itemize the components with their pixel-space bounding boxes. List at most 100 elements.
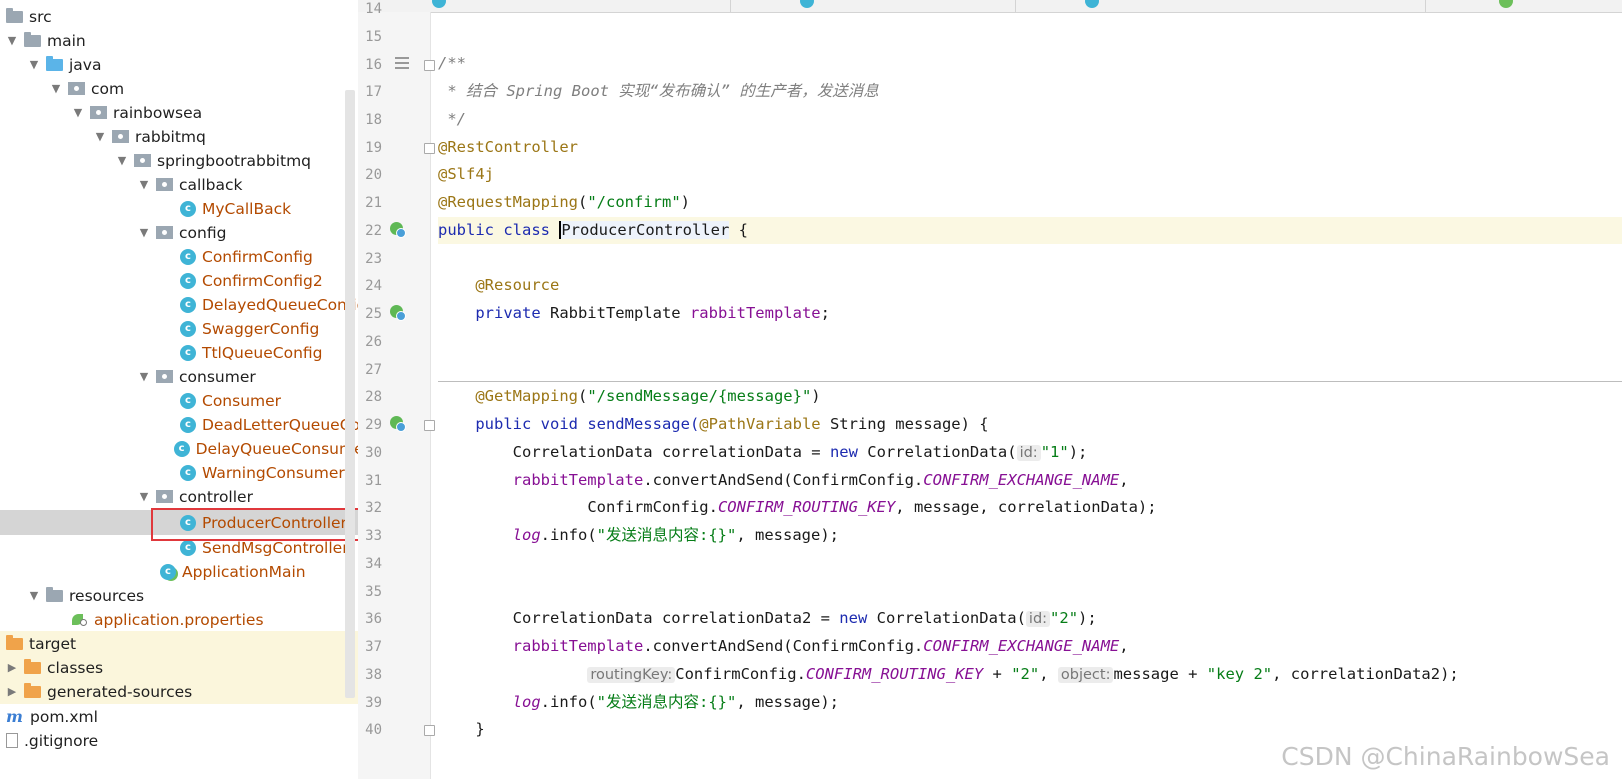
tree-item-callback[interactable]: ▼ callback xyxy=(0,172,370,197)
tree-item-consumer[interactable]: ▼ consumer xyxy=(0,364,370,389)
package-icon xyxy=(112,130,129,143)
chevron-down-icon[interactable]: ▼ xyxy=(138,178,150,191)
package-icon xyxy=(156,490,173,503)
properties-file-icon xyxy=(1499,0,1513,8)
parameter-hint: id: xyxy=(1025,611,1051,627)
editor-tab[interactable] xyxy=(418,0,731,12)
tree-item-config[interactable]: ▼ config xyxy=(0,220,370,245)
class-icon: c xyxy=(180,272,196,289)
line-number: 36 xyxy=(365,611,382,627)
tree-item-springbootrabbitmq[interactable]: ▼ springbootrabbitmq xyxy=(0,148,370,173)
code-line-19: @RestController xyxy=(438,138,578,156)
chevron-down-icon[interactable]: ▼ xyxy=(138,370,150,383)
tree-item-deadletterqueueconsumer[interactable]: c DeadLetterQueueCon xyxy=(0,412,370,437)
tree-item-mycallback[interactable]: c MyCallBack xyxy=(0,196,370,221)
tree-item-delayqueueconsumer[interactable]: c DelayQueueConsumer xyxy=(0,436,370,461)
code-line-37: rabbitTemplate.convertAndSend(ConfirmCon… xyxy=(512,637,1129,655)
parameter-hint: object: xyxy=(1057,667,1114,683)
class-icon: c xyxy=(180,464,196,481)
line-number: 33 xyxy=(365,528,382,544)
chevron-right-icon[interactable]: ▶ xyxy=(6,685,18,698)
tree-item-confirmconfig2[interactable]: c ConfirmConfig2 xyxy=(0,268,370,293)
tree-item-generated-sources[interactable]: ▶ generated-sources xyxy=(0,679,370,704)
tree-item-pom-xml[interactable]: m pom.xml xyxy=(0,704,370,729)
editor-tab[interactable] xyxy=(730,0,1016,12)
code-line-32: ConfirmConfig.CONFIRM_ROUTING_KEY, messa… xyxy=(587,498,1157,516)
class-icon: c xyxy=(180,200,196,217)
tree-item-warningconsumer[interactable]: c WarningConsumer xyxy=(0,460,370,485)
chevron-down-icon[interactable]: ▼ xyxy=(50,82,62,95)
editor-tab[interactable] xyxy=(1015,0,1426,12)
tree-item-com[interactable]: ▼ com xyxy=(0,76,370,101)
tree-scrollbar[interactable] xyxy=(345,90,355,698)
line-number: 34 xyxy=(365,556,382,572)
code-editor[interactable]: 14 15 16 17 18 19 20 21 22 23 24 25 26 2… xyxy=(358,0,1622,779)
chevron-down-icon[interactable]: ▼ xyxy=(6,34,18,47)
line-number: 16 xyxy=(365,57,382,73)
class-icon: c xyxy=(180,344,196,361)
fold-icon[interactable] xyxy=(424,420,435,431)
tree-item-confirmconfig[interactable]: c ConfirmConfig xyxy=(0,244,370,269)
tree-item-applicationmain[interactable]: c ApplicationMain xyxy=(0,559,370,584)
code-line-24: @Resource xyxy=(475,276,560,294)
tree-item-swaggerconfig[interactable]: c SwaggerConfig xyxy=(0,316,370,341)
tree-item-java[interactable]: ▼ java xyxy=(0,52,370,77)
chevron-down-icon[interactable]: ▼ xyxy=(72,106,84,119)
code-line-20: @Slf4j xyxy=(438,165,494,183)
chevron-down-icon[interactable]: ▼ xyxy=(28,58,40,71)
spring-bean-icon[interactable] xyxy=(390,305,406,321)
line-number: 20 xyxy=(365,167,382,183)
spring-bean-icon[interactable] xyxy=(390,222,406,238)
line-number: 14 xyxy=(365,1,382,17)
resources-folder-icon xyxy=(46,586,63,602)
chevron-right-icon[interactable]: ▶ xyxy=(6,661,18,674)
line-number: 25 xyxy=(365,306,382,322)
chevron-down-icon[interactable]: ▼ xyxy=(138,226,150,239)
line-number: 15 xyxy=(365,29,382,45)
line-number: 40 xyxy=(365,722,382,738)
class-icon: c xyxy=(180,392,196,409)
tree-item-controller[interactable]: ▼ controller xyxy=(0,484,370,509)
class-icon: c xyxy=(180,296,196,313)
tree-item-consumer-class[interactable]: c Consumer xyxy=(0,388,370,413)
tree-item-resources[interactable]: ▼ resources xyxy=(0,583,370,608)
code-area[interactable]: /** * 结合 Spring Boot 实现“发布确认” 的生产者，发送消息 … xyxy=(438,12,1622,779)
line-number: 39 xyxy=(365,695,382,711)
code-line-28: @GetMapping("/sendMessage/{message}") xyxy=(475,387,821,405)
file-icon xyxy=(6,733,18,748)
source-folder-icon xyxy=(46,55,63,71)
excluded-folder-icon xyxy=(6,634,23,650)
code-line-39: log.info("发送消息内容:{}", message); xyxy=(512,693,839,711)
line-number: 17 xyxy=(365,84,382,100)
code-line-33: log.info("发送消息内容:{}", message); xyxy=(512,526,839,544)
tree-item-rainbowsea[interactable]: ▼ rainbowsea xyxy=(0,100,370,125)
chevron-down-icon[interactable]: ▼ xyxy=(28,589,40,602)
tree-item-target[interactable]: target xyxy=(0,631,370,656)
class-icon: c xyxy=(180,539,196,556)
tree-item-delayedqueueconfig[interactable]: c DelayedQueueConfig xyxy=(0,292,370,317)
tree-item-ttlqueueconfig[interactable]: c TtlQueueConfig xyxy=(0,340,370,365)
line-number: 37 xyxy=(365,639,382,655)
tree-item-classes[interactable]: ▶ classes xyxy=(0,655,370,680)
tree-item-src[interactable]: src xyxy=(0,4,370,29)
editor-tab[interactable] xyxy=(1425,0,1622,12)
line-number: 29 xyxy=(365,417,382,433)
code-line-17: * 结合 Spring Boot 实现“发布确认” 的生产者，发送消息 xyxy=(438,82,879,100)
maven-icon: m xyxy=(6,707,23,726)
package-icon xyxy=(156,370,173,383)
render-doc-icon[interactable] xyxy=(395,57,409,69)
package-icon xyxy=(134,154,151,167)
project-tree[interactable]: src ▼ main ▼ java ▼ com ▼ rainbowsea ▼ r… xyxy=(0,0,370,779)
fold-icon[interactable] xyxy=(424,143,435,154)
chevron-down-icon[interactable]: ▼ xyxy=(138,490,150,503)
chevron-down-icon[interactable]: ▼ xyxy=(116,154,128,167)
spring-mapping-icon[interactable] xyxy=(390,416,406,432)
tree-item-main[interactable]: ▼ main xyxy=(0,28,370,53)
fold-icon[interactable] xyxy=(424,725,435,736)
chevron-down-icon[interactable]: ▼ xyxy=(94,130,106,143)
code-line-40: } xyxy=(475,720,485,738)
tree-item-gitignore[interactable]: .gitignore xyxy=(0,728,370,753)
tree-item-rabbitmq[interactable]: ▼ rabbitmq xyxy=(0,124,370,149)
tree-item-application-properties[interactable]: application.properties xyxy=(0,607,370,632)
fold-icon[interactable] xyxy=(424,60,435,71)
